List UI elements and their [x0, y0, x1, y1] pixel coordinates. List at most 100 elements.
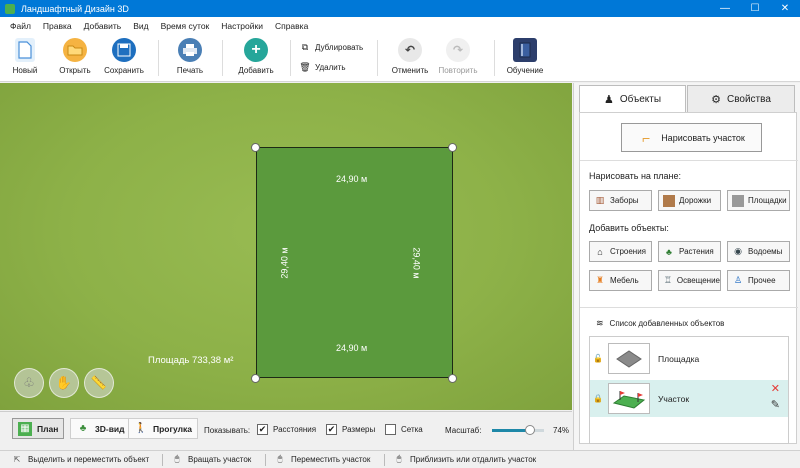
- paths-label: Дорожки: [679, 196, 712, 205]
- list-item-name: Участок: [658, 393, 690, 404]
- bottom-dimension-label: 24,90 м: [336, 343, 368, 353]
- status-separator: [162, 454, 163, 466]
- redo-label: Повторить: [438, 66, 478, 75]
- menu-add[interactable]: Добавить: [78, 21, 128, 31]
- menu-bar: Файл Правка Добавить Вид Время суток Нас…: [0, 17, 800, 34]
- distances-checkbox[interactable]: ✔ Расстояния: [257, 424, 316, 435]
- window-title: Ландшафтный Дизайн 3D: [21, 3, 129, 14]
- draw-corner-icon: ⌐: [642, 129, 651, 146]
- furniture-button[interactable]: ♜ Мебель: [589, 270, 652, 291]
- lighting-button[interactable]: ♖ Освещение: [658, 270, 721, 291]
- save-button[interactable]: Сохранить: [95, 38, 153, 80]
- trash-icon: 🗑: [299, 61, 311, 72]
- areas-button[interactable]: Площадки: [727, 190, 790, 211]
- add-button[interactable]: + Добавить: [227, 38, 285, 80]
- menu-time-of-day[interactable]: Время суток: [155, 21, 216, 31]
- gear-icon: ⚙: [711, 93, 721, 106]
- toolbar-separator: [158, 40, 159, 76]
- tree-icon: ♣: [79, 423, 87, 434]
- undo-label: Отменить: [391, 66, 429, 75]
- draw-plot-button[interactable]: ⌐ Нарисовать участок: [621, 123, 762, 152]
- plants-button[interactable]: ♣ Растения: [658, 241, 721, 262]
- corner-handle[interactable]: [251, 374, 260, 383]
- delete-button[interactable]: 🗑 Удалить: [299, 61, 346, 72]
- print-button[interactable]: Печать: [161, 38, 219, 80]
- ruler-tool[interactable]: 📏: [84, 368, 114, 398]
- draw-on-plan-title: Нарисовать на плане:: [589, 171, 682, 181]
- menu-help[interactable]: Справка: [269, 21, 314, 31]
- tab-plan[interactable]: ▦ План: [12, 418, 65, 439]
- duplicate-label: Дублировать: [315, 42, 364, 52]
- corner-handle[interactable]: [448, 374, 457, 383]
- divider: [580, 160, 798, 161]
- minimize-button[interactable]: —: [710, 0, 740, 17]
- fences-label: Заборы: [610, 196, 639, 205]
- toolbar: Новый Открыть Сохранить Печать + Добавит…: [0, 34, 800, 82]
- maximize-button[interactable]: ☐: [740, 0, 770, 17]
- close-button[interactable]: ✕: [770, 0, 800, 17]
- hand-icon: ✋: [55, 375, 73, 390]
- menu-edit[interactable]: Правка: [37, 21, 78, 31]
- duplicate-button[interactable]: ⧉ Дублировать: [300, 42, 363, 52]
- mouse-icon: 🖱: [277, 454, 283, 463]
- paths-button[interactable]: Дорожки: [658, 190, 721, 211]
- scale-percent: 74%: [553, 426, 570, 435]
- buildings-button[interactable]: ⌂ Строения: [589, 241, 652, 262]
- corner-handle[interactable]: [448, 143, 457, 152]
- walk-icon: 🚶: [134, 423, 148, 434]
- fences-button[interactable]: ▥ Заборы: [589, 190, 652, 211]
- toolbar-separator: [222, 40, 223, 76]
- draw-plot-label: Нарисовать участок: [661, 132, 745, 143]
- tab-plan-label: План: [37, 423, 59, 434]
- path-icon: [663, 194, 675, 207]
- tutorial-button[interactable]: Обучение: [496, 38, 554, 80]
- list-item[interactable]: 🔓 Площадка: [590, 340, 788, 377]
- area-label: Площадь 733,38 м²: [148, 355, 234, 366]
- lamp-icon: ♖: [663, 275, 672, 285]
- tab-walk[interactable]: 🚶 Прогулка: [128, 418, 199, 439]
- other-button[interactable]: ♙ Прочее: [727, 270, 790, 291]
- floppy-icon: [112, 38, 136, 62]
- area-thumbnail: [608, 343, 650, 374]
- pencil-icon[interactable]: ✎: [771, 398, 780, 411]
- menu-view[interactable]: Вид: [127, 21, 154, 31]
- delete-label: Удалить: [315, 62, 346, 72]
- toolbar-separator: [494, 40, 495, 76]
- printer-icon: [178, 38, 202, 62]
- menu-settings[interactable]: Настройки: [215, 21, 269, 31]
- plan-canvas[interactable]: 24,90 м 24,90 м 29,40 м 29,40 м Площадь …: [0, 83, 572, 410]
- objects-list: 🔓 Площадка 🔒 Участок ✕ ✎: [589, 336, 789, 444]
- delete-icon[interactable]: ✕: [771, 382, 780, 395]
- rotate-view-tool[interactable]: ♧: [14, 368, 44, 398]
- objects-list-title-text: Список добавленных объектов: [609, 319, 725, 328]
- list-item-selected[interactable]: 🔒 Участок ✕ ✎: [590, 380, 788, 417]
- redo-button[interactable]: ↷ Повторить: [429, 38, 487, 80]
- list-item-name: Площадка: [658, 353, 700, 364]
- scale-slider[interactable]: [492, 425, 544, 435]
- tab-3d[interactable]: ♣ 3D-вид: [70, 418, 131, 439]
- grid-checkbox[interactable]: Сетка: [385, 424, 423, 435]
- pan-tool[interactable]: ✋: [49, 368, 79, 398]
- status-text: Переместить участок: [291, 454, 371, 464]
- tab-3d-label: 3D-вид: [95, 423, 125, 434]
- ponds-button[interactable]: ◉ Водоемы: [727, 241, 790, 262]
- save-label: Сохранить: [104, 66, 144, 75]
- menu-file[interactable]: Файл: [4, 21, 37, 31]
- grid-label: Сетка: [401, 425, 423, 434]
- corner-handle[interactable]: [251, 143, 260, 152]
- plants-label: Растения: [679, 247, 714, 256]
- status-zoom: 🖱 Приблизить или отдалить участок: [394, 454, 537, 464]
- tab-properties[interactable]: ⚙ Свойства: [687, 85, 795, 113]
- folder-icon: [63, 38, 87, 62]
- sizes-checkbox[interactable]: ✔ Размеры: [326, 424, 375, 435]
- buildings-label: Строения: [610, 247, 647, 256]
- tab-objects[interactable]: ♟ Объекты: [579, 85, 686, 113]
- empty-checkbox-icon: [385, 424, 396, 435]
- scale-slider-thumb[interactable]: [525, 425, 536, 435]
- mouse-wheel-icon: 🖱: [396, 454, 402, 463]
- book-icon: [513, 38, 537, 62]
- other-label: Прочее: [748, 276, 776, 285]
- fence-icon: ▥: [595, 195, 605, 205]
- pond-icon: ◉: [734, 246, 742, 256]
- app-icon: [5, 3, 15, 14]
